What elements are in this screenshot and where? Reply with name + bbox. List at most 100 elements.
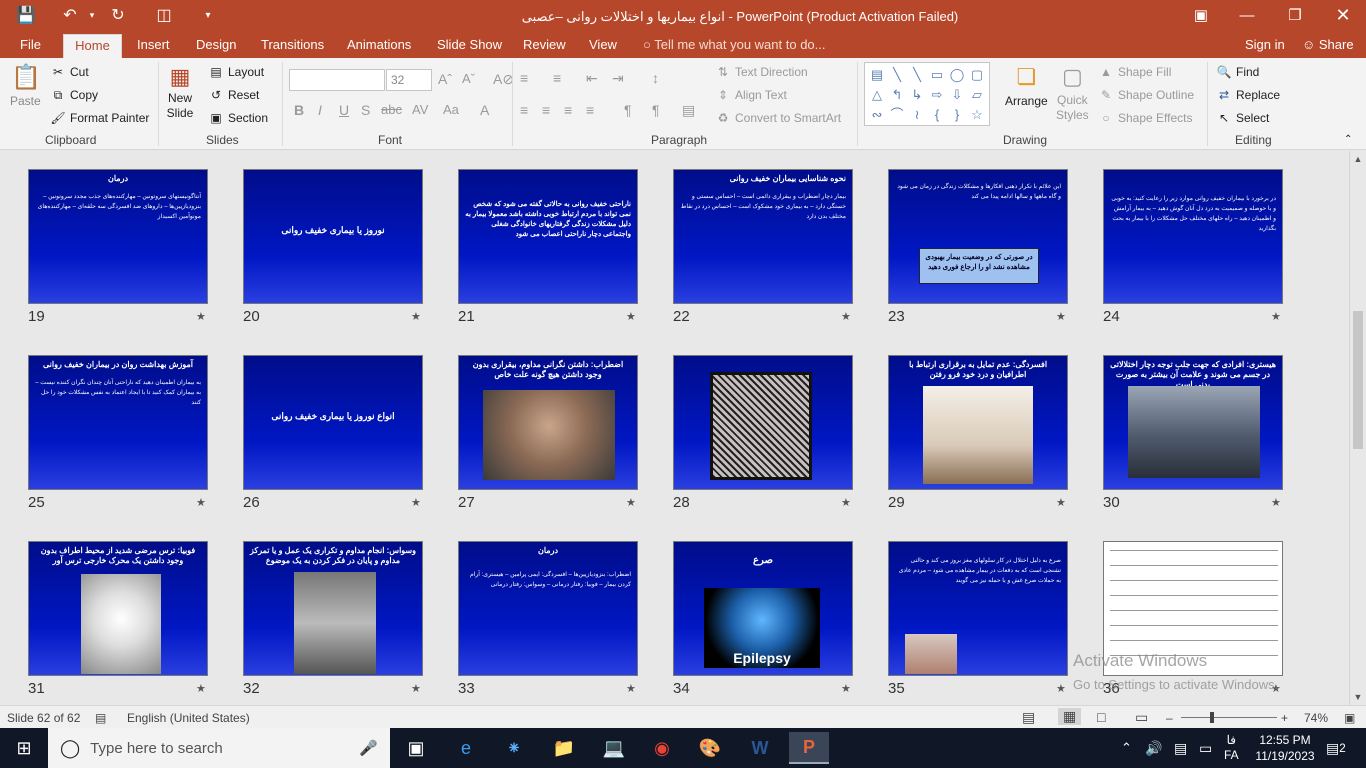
- undo-icon[interactable]: ↶: [58, 0, 82, 30]
- slide-thumbnail-28[interactable]: [673, 355, 853, 490]
- redo-icon[interactable]: ↻: [106, 0, 130, 30]
- star-shape-icon[interactable]: ☆: [967, 105, 987, 125]
- arrow-right-shape-icon[interactable]: ⇨: [927, 85, 947, 105]
- clock[interactable]: 12:55 PM 11/19/2023: [1254, 728, 1316, 768]
- tab-home[interactable]: Home: [63, 34, 122, 58]
- find-button[interactable]: 🔍 Find: [1216, 64, 1260, 80]
- slide-thumbnail-22[interactable]: نحوه شناسایی بیماران خفیف روانی بیمار دچ…: [673, 169, 853, 304]
- italic-icon[interactable]: I: [318, 102, 322, 118]
- paste-button[interactable]: 📋 Paste: [10, 64, 41, 108]
- save-icon[interactable]: 💾: [14, 0, 38, 30]
- slide-thumbnail-29[interactable]: افسردگی: عدم تمایل به برقراری ارتباط با …: [888, 355, 1068, 490]
- input-language[interactable]: فا FA: [1224, 728, 1239, 768]
- shapes-gallery[interactable]: ▤ ╲ ╲ ▭ ◯ ▢ △ ↰ ↳ ⇨ ⇩ ▱ ∾ ⌒ ≀{} ☆: [864, 62, 990, 126]
- underline-icon[interactable]: U: [339, 102, 349, 118]
- shape-fill-button[interactable]: ▲ Shape Fill: [1098, 64, 1171, 80]
- arc-shape-icon[interactable]: ⌒: [887, 105, 907, 125]
- tab-design[interactable]: Design: [192, 34, 240, 58]
- align-text-button[interactable]: ⇕ Align Text: [715, 87, 787, 103]
- close-button[interactable]: ✕: [1320, 0, 1366, 30]
- tab-animations[interactable]: Animations: [343, 34, 415, 58]
- animation-star-icon[interactable]: ★: [1271, 496, 1281, 509]
- align-center-icon[interactable]: ≡: [542, 102, 550, 118]
- share-button[interactable]: ☺ Share: [1298, 34, 1358, 58]
- zoom-in-button[interactable]: +: [1281, 711, 1288, 725]
- line-shape-icon[interactable]: ╲: [887, 65, 907, 85]
- align-right-icon[interactable]: ≡: [564, 102, 572, 118]
- animation-star-icon[interactable]: ★: [841, 682, 851, 695]
- curve-shape-icon[interactable]: ≀: [907, 105, 927, 125]
- textbox-shape-icon[interactable]: ▤: [867, 65, 887, 85]
- animation-star-icon[interactable]: ★: [196, 310, 206, 323]
- freeform-shape-icon[interactable]: ▱: [967, 85, 987, 105]
- notifications-icon[interactable]: ▤ 2: [1326, 728, 1346, 768]
- clear-formatting-icon[interactable]: A⊘: [493, 71, 514, 88]
- customize-toolbar-icon[interactable]: ▾: [196, 0, 220, 30]
- edge-icon[interactable]: e: [446, 732, 486, 764]
- zoom-slider-thumb[interactable]: [1210, 712, 1214, 723]
- animation-star-icon[interactable]: ★: [411, 682, 421, 695]
- show-hidden-icons[interactable]: ⌃: [1121, 728, 1132, 768]
- shadow-icon[interactable]: S: [361, 102, 370, 118]
- font-size-combo[interactable]: 32: [386, 69, 432, 91]
- reset-button[interactable]: ↺ Reset: [208, 87, 259, 103]
- increase-indent-icon[interactable]: ⇥: [612, 70, 624, 87]
- word-icon[interactable]: W: [740, 732, 780, 764]
- scrollbar-thumb[interactable]: [1353, 311, 1363, 449]
- tell-me-box[interactable]: ○ Tell me what you want to do...: [643, 34, 826, 56]
- rtl-icon[interactable]: ¶: [652, 102, 660, 118]
- animation-star-icon[interactable]: ★: [626, 682, 636, 695]
- spacing-icon[interactable]: AV: [412, 102, 428, 117]
- select-button[interactable]: ↖ Select: [1216, 110, 1269, 126]
- proofing-icon[interactable]: ▤: [95, 711, 106, 725]
- paint-icon[interactable]: 🎨: [690, 732, 730, 764]
- animation-star-icon[interactable]: ★: [626, 310, 636, 323]
- maximize-button[interactable]: ❐: [1272, 0, 1318, 30]
- slide-thumbnail-20[interactable]: نوروز یا بیماری خفیف روانی: [243, 169, 423, 304]
- sign-in-link[interactable]: Sign in: [1241, 34, 1289, 58]
- file-explorer-icon[interactable]: 📁: [544, 732, 584, 764]
- increase-font-icon[interactable]: Aˆ: [438, 71, 452, 87]
- slide-thumbnail-33[interactable]: درمان اضطراب: بنزودیازپین‌ها – افسردگی: …: [458, 541, 638, 676]
- cut-button[interactable]: ✂ Cut: [50, 64, 89, 80]
- collapse-ribbon-icon[interactable]: ⌃: [1344, 134, 1352, 145]
- slide-thumbnail-31[interactable]: فوبیا: ترس مرضی شدید از محیط اطراف بدون …: [28, 541, 208, 676]
- triangle-shape-icon[interactable]: △: [867, 85, 887, 105]
- network-icon[interactable]: ▤: [1174, 728, 1187, 768]
- slide-thumbnail-21[interactable]: ناراحتی خفیف روانی به حالاتی گفته می شود…: [458, 169, 638, 304]
- strikethrough-icon[interactable]: abc: [381, 102, 402, 117]
- tab-file[interactable]: File: [16, 34, 45, 58]
- chrome-icon[interactable]: ◉: [642, 732, 682, 764]
- slide-sorter-view-icon[interactable]: ▦: [1058, 708, 1082, 725]
- bold-icon[interactable]: B: [294, 102, 304, 118]
- shape-effects-button[interactable]: ○ Shape Effects: [1098, 110, 1192, 126]
- ltr-icon[interactable]: ¶: [624, 102, 632, 118]
- numbering-icon[interactable]: ≡: [553, 70, 561, 86]
- connector-shape-icon[interactable]: ↳: [907, 85, 927, 105]
- zoom-out-button[interactable]: –: [1166, 711, 1173, 725]
- animation-star-icon[interactable]: ★: [626, 496, 636, 509]
- arrange-button[interactable]: ❏ Arrange: [1005, 62, 1048, 108]
- language-indicator[interactable]: English (United States): [127, 711, 250, 725]
- section-button[interactable]: ▣ Section: [208, 110, 268, 126]
- powerpoint-icon[interactable]: P: [789, 732, 829, 764]
- font-color-icon[interactable]: A: [480, 102, 489, 118]
- slideshow-view-icon[interactable]: ▭: [1135, 709, 1148, 726]
- animation-star-icon[interactable]: ★: [841, 310, 851, 323]
- volume-icon[interactable]: 🔊: [1145, 728, 1162, 768]
- layout-button[interactable]: ▤ Layout: [208, 64, 264, 80]
- task-view-icon[interactable]: ▣: [396, 732, 436, 764]
- tab-transitions[interactable]: Transitions: [257, 34, 328, 58]
- minimize-button[interactable]: —: [1224, 0, 1270, 30]
- animation-star-icon[interactable]: ★: [411, 496, 421, 509]
- tab-insert[interactable]: Insert: [133, 34, 174, 58]
- scroll-up-icon[interactable]: ▲: [1350, 151, 1366, 167]
- animation-star-icon[interactable]: ★: [1056, 310, 1066, 323]
- oval-shape-icon[interactable]: ◯: [947, 65, 967, 85]
- slide-thumbnail-27[interactable]: اضطراب: داشتن نگرانی مداوم، بیقراری بدون…: [458, 355, 638, 490]
- text-direction-button[interactable]: ⇅ Text Direction: [715, 64, 808, 80]
- animation-star-icon[interactable]: ★: [196, 682, 206, 695]
- taskbar-search[interactable]: ◯ Type here to search 🎤: [48, 728, 390, 768]
- brace-shape-icon[interactable]: }: [947, 105, 967, 125]
- bullets-icon[interactable]: ≡: [520, 70, 528, 86]
